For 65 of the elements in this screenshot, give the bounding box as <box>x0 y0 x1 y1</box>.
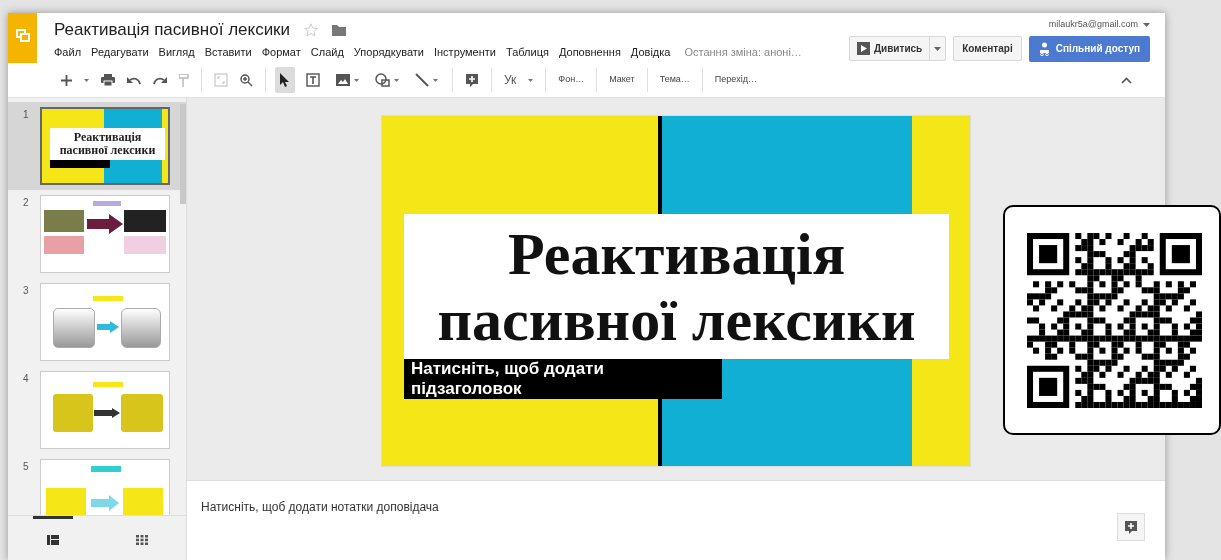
toolbar-button[interactable]: Тема… <box>656 73 693 87</box>
text-box-icon <box>306 73 320 87</box>
document-title[interactable]: Реактивація пасивної лексики <box>54 17 291 43</box>
slide-thumbnail[interactable] <box>40 371 170 449</box>
menu-item[interactable]: Вставити <box>204 44 252 61</box>
subtitle-box[interactable]: Натисніть, щоб додати підзаголовок <box>404 359 722 399</box>
menu-item[interactable]: Упорядкувати <box>353 44 424 61</box>
slide-number: 1 <box>23 108 30 122</box>
toolbar-button[interactable]: Фон… <box>555 73 588 87</box>
subtitle-placeholder: Натисніть, щоб додати підзаголовок <box>410 359 605 399</box>
slide-number: 5 <box>23 460 30 474</box>
filmstrip-view-icon <box>46 534 59 545</box>
slides-logo-icon <box>15 29 30 43</box>
menu-item[interactable]: Таблиця <box>505 44 549 61</box>
speaker-notes-placeholder[interactable]: Натисніть, щоб додати нотатки доповідача <box>201 498 439 516</box>
menu-item[interactable]: Файл <box>54 44 82 61</box>
input-tools-button[interactable]: Ук <box>501 71 520 89</box>
menu-item[interactable]: Слайд <box>310 44 344 61</box>
comments-button[interactable]: Коментарі <box>953 36 1022 61</box>
slide-number: 3 <box>23 284 30 298</box>
star-icon[interactable] <box>304 23 319 37</box>
slide-thumbnail[interactable] <box>40 283 170 361</box>
menu-item[interactable]: Вигляд <box>158 44 195 61</box>
tool-button[interactable] <box>275 67 295 93</box>
menu-item[interactable]: Редагувати <box>91 44 149 61</box>
slide-canvas[interactable]: Реактивація пасивної лексики Натисніть, щоб додати підзаголовок <box>381 115 971 467</box>
caret-icon[interactable] <box>433 78 438 82</box>
image-icon <box>336 74 350 86</box>
scrollbar-thumb[interactable] <box>180 104 186 204</box>
slide-thumbnail-row[interactable]: 1 Реактивація пасивної лексики <box>8 102 186 190</box>
menu-item[interactable]: Формат <box>261 44 301 61</box>
slide-number: 2 <box>23 196 30 210</box>
title-box[interactable]: Реактивація пасивної лексики <box>404 214 949 359</box>
thumbnail-title: Реактивація пасивної лексики <box>58 131 157 157</box>
thumbnail-subtitle-box <box>50 160 110 168</box>
account-email[interactable]: milaukr5a@gmail.com <box>1048 18 1138 32</box>
toolbar-button[interactable]: Макет <box>606 73 638 87</box>
slide-thumbnail[interactable] <box>40 459 170 515</box>
caret-icon[interactable] <box>394 78 399 82</box>
folder-icon[interactable] <box>332 24 347 36</box>
slide-thumbnail-row[interactable]: 4 <box>8 366 186 454</box>
shapes-icon <box>375 73 390 87</box>
slide-thumbnail-row[interactable]: 3 <box>8 278 186 366</box>
menu-item[interactable]: Інструменти <box>434 44 496 61</box>
add-comment-icon <box>1124 520 1138 534</box>
slide-number: 4 <box>23 372 30 386</box>
caret-icon[interactable] <box>1143 22 1150 27</box>
menu-item[interactable]: Доповнення <box>558 44 621 61</box>
slide-thumbnail-row[interactable]: 5 <box>8 454 186 515</box>
last-edit-status[interactable]: Остання зміна: анонi… <box>684 44 802 61</box>
caret-icon <box>934 46 942 51</box>
share-button[interactable]: Спільний доступ <box>1028 35 1150 62</box>
play-icon <box>856 42 870 55</box>
menu-item[interactable]: Довідка <box>630 44 671 61</box>
line-icon <box>415 73 429 87</box>
slide-title: Реактивація пасивної лексики <box>436 220 917 353</box>
person-icon <box>1038 41 1050 56</box>
slide-thumbnail-row[interactable]: 2 <box>8 190 186 278</box>
toolbar-button[interactable]: Перехід… <box>711 73 760 87</box>
caret-icon[interactable] <box>354 78 359 82</box>
slide-thumbnail[interactable]: Реактивація пасивної лексики <box>40 107 170 185</box>
cursor-icon <box>280 73 290 87</box>
grid-view-icon <box>135 534 148 545</box>
slide-thumbnail[interactable] <box>40 195 170 273</box>
add-note-button[interactable] <box>1117 513 1145 541</box>
